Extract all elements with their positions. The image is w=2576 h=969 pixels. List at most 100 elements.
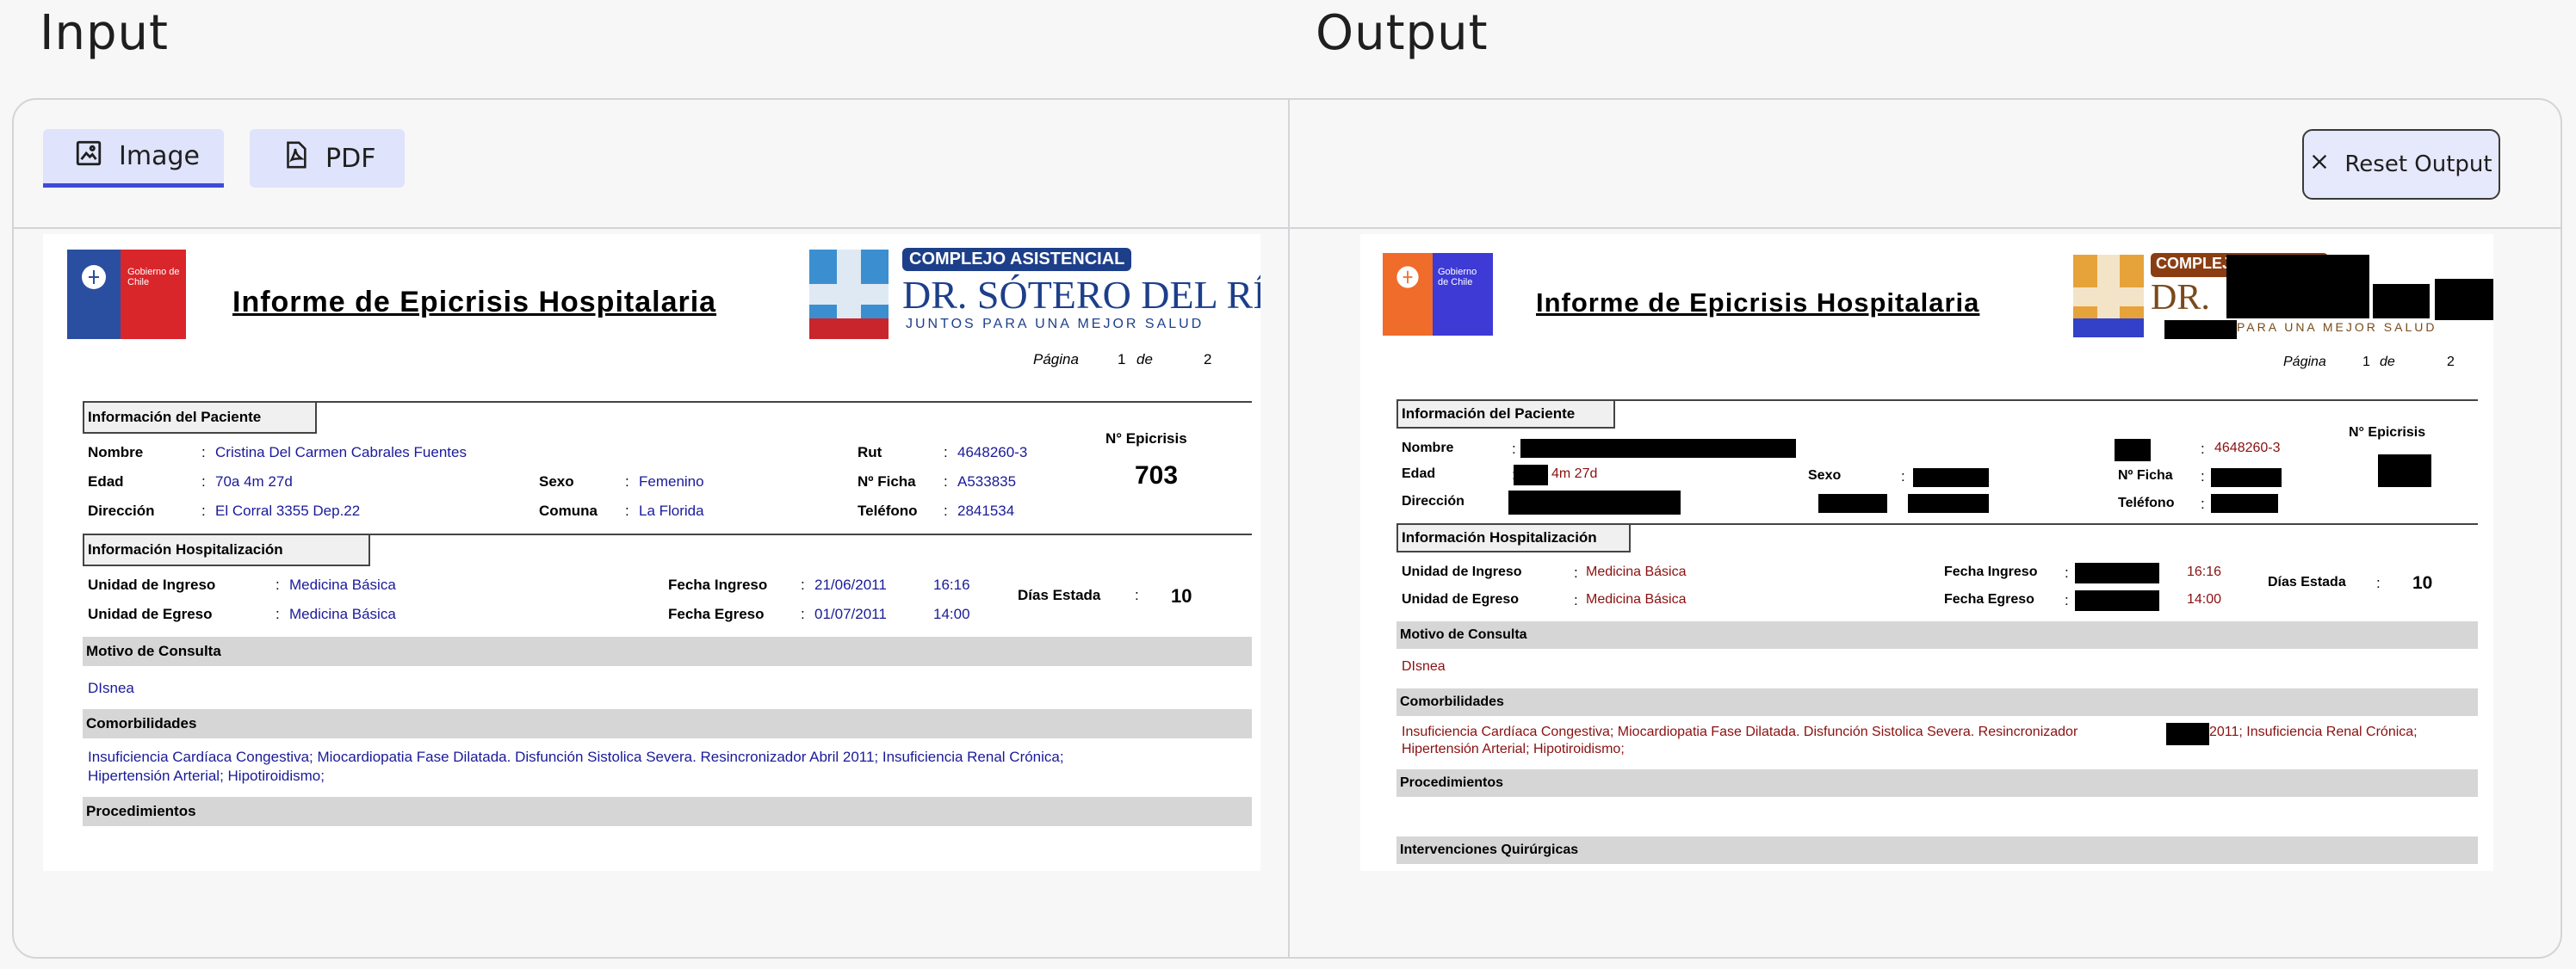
- gobierno-logo: Gobierno de Chile: [67, 250, 186, 339]
- redaction-box: [2226, 255, 2369, 318]
- field-nombre-label: Nombre: [88, 444, 144, 460]
- redaction-box: [2075, 563, 2159, 583]
- pdf-icon: [281, 140, 310, 176]
- epicrisis-label: N° Epicrisis: [1105, 430, 1187, 447]
- coat-of-arms-icon: [1396, 266, 1419, 288]
- hospital-banner: COMPLEJO ASISTENCIAL: [902, 248, 1132, 271]
- section-patient-info: Información del Paciente: [1396, 399, 1615, 429]
- redaction-box: [1514, 465, 1548, 485]
- field-sexo-label: Sexo: [539, 473, 574, 490]
- input-document-image: Gobierno de Chile Informe de Epicrisis H…: [43, 234, 1260, 871]
- field-rut-value: 4648260-3: [957, 444, 1028, 460]
- document-title: Informe de Epicrisis Hospitalaria: [232, 286, 717, 318]
- tab-image-label: Image: [119, 141, 200, 171]
- field-ficha-value: A533835: [957, 473, 1017, 490]
- comorbilidades-line2: Hipertensión Arterial; Hipotiroidismo;: [1402, 742, 1625, 756]
- field-sexo-value: Femenino: [639, 473, 704, 490]
- output-document-image: Gobierno de Chile Informe de Epicrisis H…: [1360, 234, 2493, 871]
- page-number: 1: [1118, 351, 1126, 367]
- redaction-box: [1908, 494, 1989, 513]
- field-direccion-label: Dirección: [88, 503, 155, 519]
- field-hora-ingreso-value: 16:16: [933, 577, 970, 593]
- field-unidad-ingreso-value: Medicina Básica: [289, 577, 396, 593]
- field-fecha-ingreso-value: 21/06/2011: [814, 577, 887, 593]
- field-dias-estada-label: Días Estada: [1018, 587, 1101, 603]
- field-fecha-egreso-value: 01/07/2011: [814, 606, 887, 622]
- comorbilidades-line2: Hipertensión Arterial; Hipotiroidismo;: [88, 768, 325, 784]
- motivo-value: DIsnea: [1402, 659, 1446, 674]
- section-comorbilidades: Comorbilidades: [1396, 688, 2478, 716]
- field-telefono-value: 2841534: [957, 503, 1015, 519]
- hospital-cross-logo: [809, 250, 889, 339]
- hospital-name: DR.: [2151, 278, 2210, 318]
- redaction-box: [2435, 279, 2493, 320]
- comorbilidades-line1: Insuficiencia Cardíaca Congestiva; Mioca…: [88, 749, 1064, 765]
- output-heading: Output: [1316, 5, 1489, 61]
- field-hora-ingreso-value: 16:16: [2187, 565, 2222, 579]
- field-edad-label: Edad: [88, 473, 124, 490]
- section-patient-info: Información del Paciente: [83, 401, 317, 434]
- tab-pdf[interactable]: PDF: [250, 129, 405, 188]
- field-nombre-label: Nombre: [1402, 441, 1454, 455]
- page-de: de: [1136, 351, 1153, 367]
- hospital-cross-logo: [2073, 255, 2144, 337]
- redaction-box: [2211, 494, 2278, 513]
- section-hospitalization-info: Información Hospitalización: [83, 534, 370, 566]
- field-fecha-egreso-label: Fecha Egreso: [1944, 592, 2034, 607]
- field-edad-value: 4m 27d: [1551, 466, 1598, 481]
- tab-image[interactable]: Image: [43, 129, 224, 188]
- field-rut-label: Rut: [858, 444, 882, 460]
- field-unidad-egreso-label: Unidad de Egreso: [88, 606, 213, 622]
- field-rut-value: 4648260-3: [2214, 441, 2281, 455]
- redaction-box: [1508, 491, 1681, 515]
- reset-output-label: Reset Output: [2344, 151, 2492, 177]
- field-ficha-label: Nº Ficha: [2118, 468, 2173, 483]
- field-unidad-egreso-value: Medicina Básica: [1586, 592, 1687, 607]
- field-comuna-label: Comuna: [539, 503, 598, 519]
- field-fecha-ingreso-label: Fecha Ingreso: [1944, 565, 2038, 579]
- redaction-box: [2075, 590, 2159, 611]
- field-fecha-ingreso-label: Fecha Ingreso: [668, 577, 768, 593]
- field-nombre-value: Cristina Del Carmen Cabrales Fuentes: [215, 444, 467, 460]
- page-total: 2: [2447, 355, 2455, 369]
- field-hora-egreso-value: 14:00: [933, 606, 970, 622]
- section-hospitalization-info: Información Hospitalización: [1396, 523, 1631, 552]
- field-comuna-value: La Florida: [639, 503, 704, 519]
- page-total: 2: [1204, 351, 1212, 367]
- redaction-box: [2211, 468, 2282, 487]
- comorbilidades-line1b: 2011; Insuficiencia Renal Crónica;: [2209, 725, 2418, 739]
- redaction-box: [2373, 284, 2430, 318]
- redaction-box: [2378, 454, 2431, 487]
- section-motivo: Motivo de Consulta: [83, 637, 1252, 666]
- hospital-name: DR. SÓTERO DEL RÍO: [902, 273, 1260, 317]
- comorbilidades-line1a: Insuficiencia Cardíaca Congestiva; Mioca…: [1402, 725, 2078, 739]
- epicrisis-number: 703: [1135, 461, 1179, 490]
- motivo-value: DIsnea: [88, 680, 134, 696]
- field-telefono-label: Teléfono: [2118, 496, 2175, 510]
- page-label: Página: [1033, 351, 1079, 367]
- toolbar-divider: [14, 227, 2561, 229]
- tab-pdf-label: PDF: [325, 143, 376, 174]
- gobierno-logo: Gobierno de Chile: [1383, 253, 1493, 336]
- section-procedimientos: Procedimientos: [1396, 769, 2478, 797]
- field-dias-estada-value: 10: [2412, 573, 2433, 593]
- page-label: Página: [2283, 355, 2326, 369]
- section-intervenciones: Intervenciones Quirúrgicas: [1396, 836, 2478, 864]
- section-motivo: Motivo de Consulta: [1396, 621, 2478, 649]
- field-unidad-ingreso-label: Unidad de Ingreso: [1402, 565, 1522, 579]
- redaction-box: [2115, 439, 2151, 461]
- section-comorbilidades: Comorbilidades: [83, 709, 1252, 738]
- hospital-tagline: PARA UNA MEJOR SALUD: [2237, 320, 2437, 334]
- redaction-box: [2166, 723, 2209, 745]
- field-unidad-egreso-label: Unidad de Egreso: [1402, 592, 1520, 607]
- document-title: Informe de Epicrisis Hospitalaria: [1536, 287, 1980, 318]
- field-unidad-ingreso-value: Medicina Básica: [1586, 565, 1687, 579]
- comparison-panel: Image PDF Reset Output Gobierno de Chile…: [12, 98, 2562, 959]
- close-icon: [2310, 151, 2329, 177]
- field-unidad-egreso-value: Medicina Básica: [289, 606, 396, 622]
- epicrisis-label: N° Epicrisis: [2349, 425, 2426, 440]
- field-direccion-label: Dirección: [1402, 494, 1464, 509]
- field-direccion-value: El Corral 3355 Dep.22: [215, 503, 361, 519]
- reset-output-button[interactable]: Reset Output: [2302, 129, 2500, 200]
- field-ficha-label: Nº Ficha: [858, 473, 916, 490]
